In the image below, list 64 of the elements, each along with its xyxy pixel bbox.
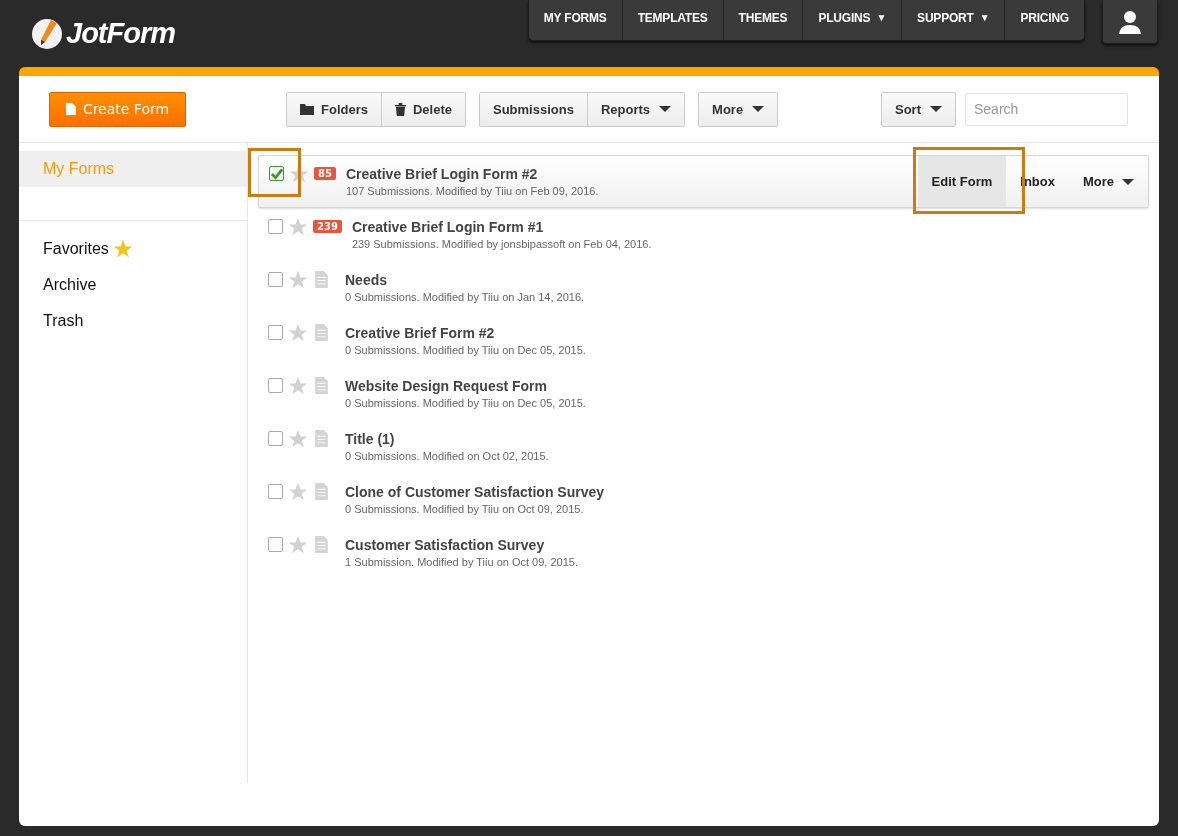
- form-details: 239 Submissions. Modified by jonsbipassoft on Feb 04, 2016.: [351, 238, 652, 250]
- toolbar-button[interactable]: More: [699, 92, 778, 126]
- form-details: 0 Submissions. Modified by Tiiu on Oct 09, 2015.: [345, 503, 585, 515]
- form-title[interactable]: Website Design Request Form: [345, 378, 586, 394]
- nav-link[interactable]: THEMES: [723, 0, 804, 40]
- submission-count: 85: [314, 167, 336, 180]
- checkbox[interactable]: [268, 431, 283, 446]
- toolbar-button[interactable]: Submissions: [480, 92, 588, 126]
- checkbox[interactable]: [268, 325, 283, 340]
- nav-link[interactable]: PRICING: [1005, 0, 1084, 40]
- form-title[interactable]: Creative Brief Form #2: [345, 325, 586, 341]
- star-icon[interactable]: [288, 375, 308, 396]
- logo-wordmark: JotForm: [66, 17, 175, 50]
- star-icon[interactable]: [288, 216, 308, 237]
- nav-link[interactable]: TEMPLATES: [622, 0, 724, 40]
- checkbox[interactable]: [268, 378, 283, 393]
- sidebar-item[interactable]: Archive: [19, 267, 247, 303]
- form-details: 107 Submissions. Modified by Tiiu on Feb 09, 2016.: [345, 185, 599, 197]
- star-icon[interactable]: [288, 269, 308, 290]
- form-details: 0 Submissions. Modified on Oct 02, 2015.: [345, 450, 549, 462]
- form-details: 0 Submissions. Modified by Tiiu on Jan 14, 2016.: [345, 291, 585, 303]
- document-icon: [315, 271, 328, 288]
- checkbox[interactable]: [268, 484, 283, 499]
- document-icon: [315, 324, 328, 341]
- star-icon[interactable]: [288, 428, 308, 449]
- checkbox[interactable]: [268, 219, 283, 234]
- document-icon: [315, 430, 328, 447]
- form-details: 0 Submissions. Modified by Tiiu on Dec 05, 2015.: [345, 397, 586, 409]
- row-action-button[interactable]: Edit Form: [917, 156, 1007, 207]
- star-icon[interactable]: [288, 481, 308, 502]
- nav-link[interactable]: PLUGINS ▼: [803, 0, 903, 40]
- document-icon: [65, 103, 76, 115]
- submission-count: 239: [313, 220, 342, 233]
- toolbar-button[interactable]: Reports: [587, 92, 685, 126]
- sort-button[interactable]: Sort: [881, 91, 956, 127]
- form-details: 0 Submissions. Modified by Tiiu on Dec 05, 2015.: [345, 344, 586, 356]
- checkbox[interactable]: [269, 166, 284, 181]
- nav-link[interactable]: MY FORMS: [528, 0, 623, 40]
- nav-link[interactable]: SUPPORT ▼: [902, 0, 1006, 40]
- user-icon: [1117, 9, 1143, 34]
- form-title[interactable]: Clone of Customer Satisfaction Survey: [345, 484, 605, 500]
- toolbar-button[interactable]: Delete: [381, 92, 465, 126]
- form-title[interactable]: Creative Brief Login Form #1: [351, 219, 652, 235]
- sidebar-item[interactable]: Trash: [19, 303, 247, 339]
- pencil-logo-icon: [31, 17, 63, 50]
- star-icon[interactable]: [288, 534, 308, 555]
- toolbar-button[interactable]: Folders: [287, 92, 382, 126]
- trash-icon: [394, 102, 406, 116]
- user-button[interactable]: [1102, 0, 1158, 44]
- document-icon: [315, 377, 328, 394]
- form-title[interactable]: Title (1): [345, 431, 549, 447]
- document-icon: [315, 483, 328, 500]
- row-action-button[interactable]: More: [1068, 156, 1148, 207]
- star-icon[interactable]: [288, 322, 308, 343]
- sidebar-item[interactable]: Favorites: [19, 231, 247, 267]
- form-title[interactable]: Needs: [345, 272, 585, 288]
- search-field[interactable]: Search: [965, 92, 1128, 126]
- checkbox[interactable]: [268, 272, 283, 287]
- form-details: 1 Submission. Modified by Tiiu on Oct 09, 2015.: [345, 556, 578, 568]
- checkbox[interactable]: [268, 537, 283, 552]
- form-title[interactable]: Customer Satisfaction Survey: [345, 537, 578, 553]
- folder-icon: [300, 103, 314, 115]
- form-title[interactable]: Creative Brief Login Form #2: [345, 166, 599, 182]
- document-icon: [315, 536, 328, 553]
